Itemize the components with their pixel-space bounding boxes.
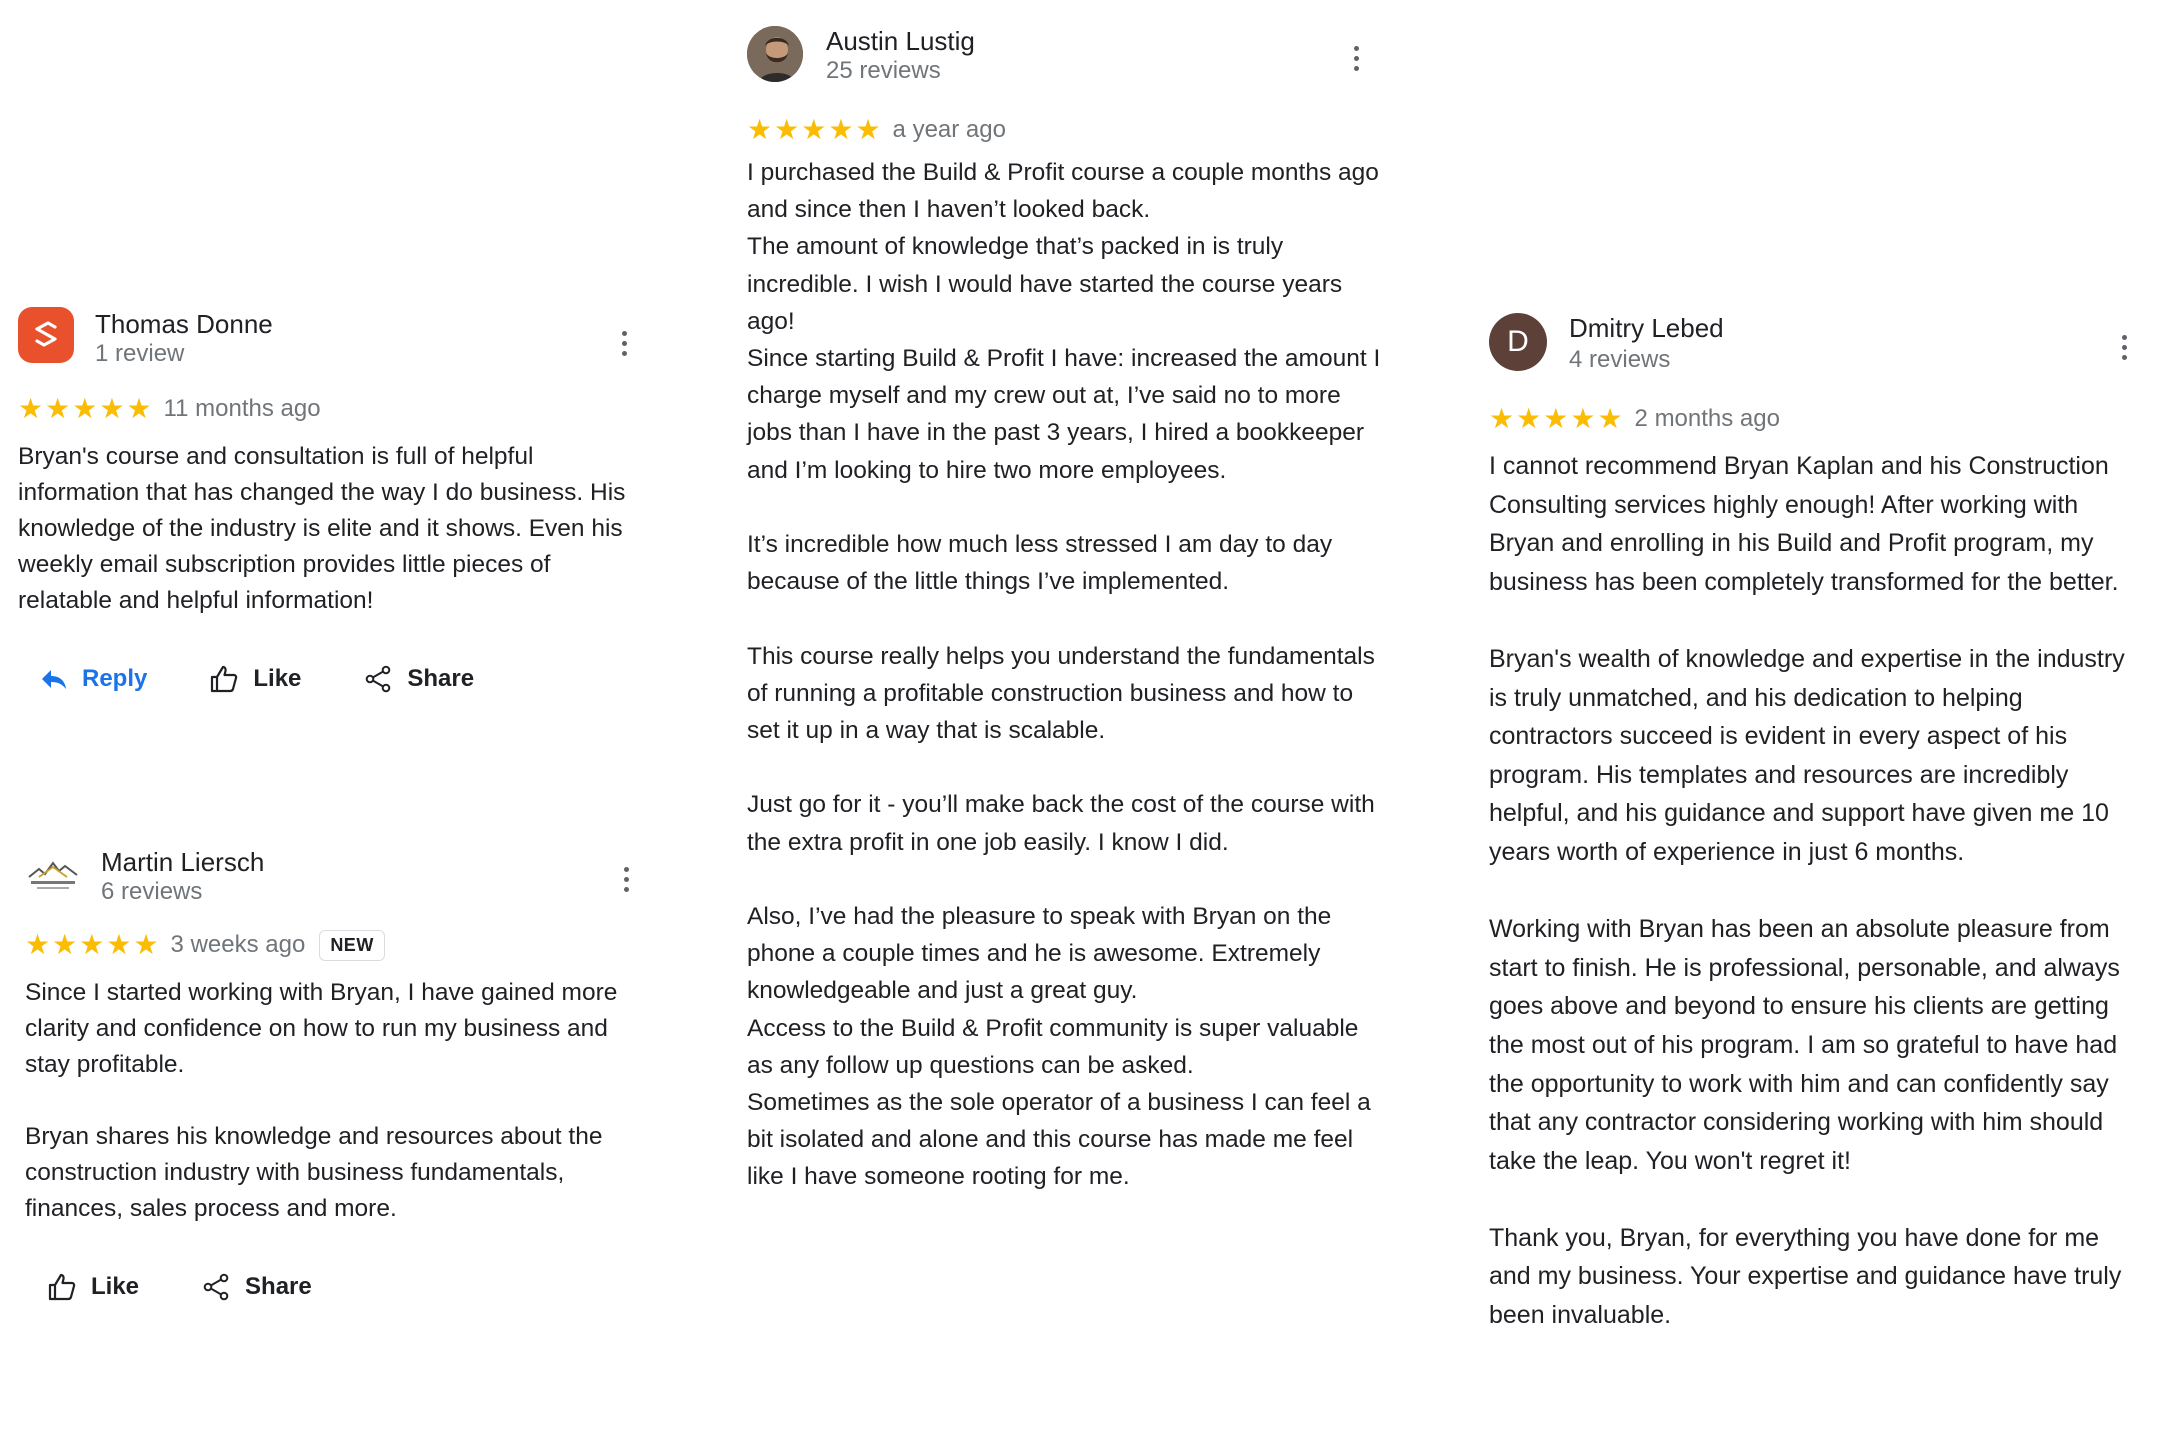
- review-text: Since I started working with Bryan, I ha…: [25, 975, 645, 1227]
- review-card-martin-liersch: Martin Liersch 6 reviews ★ ★ ★ ★ ★ 3 weeks a…: [25, 847, 645, 1227]
- star-icon: ★: [1543, 403, 1569, 434]
- review-card-dmitry-lebed: D Dmitry Lebed 4 reviews ★ ★ ★ ★ ★ 2 months …: [1489, 313, 2139, 1335]
- review-paragraph: Sometimes as the sole operator of a busi…: [747, 1089, 1371, 1191]
- review-count: 25 reviews: [826, 57, 941, 84]
- review-paragraph: I cannot recommend Bryan Kaplan and his …: [1489, 452, 2119, 596]
- review-paragraph: Access to the Build & Profit community i…: [747, 1014, 1359, 1079]
- review-paragraph: Since I started working with Bryan, I ha…: [25, 979, 618, 1078]
- review-header: Austin Lustig 25 reviews: [747, 26, 1387, 106]
- review-paragraph: Bryan's course and consultation is full …: [18, 443, 626, 614]
- avatar[interactable]: [747, 26, 803, 82]
- star-icon: ★: [1489, 403, 1515, 434]
- review-paragraph: Thank you, Bryan, for everything you hav…: [1489, 1223, 2122, 1330]
- like-label: Like: [91, 1273, 140, 1300]
- goldlevel-logo-icon: [28, 861, 78, 889]
- profile-photo-icon: [747, 26, 803, 82]
- reply-button[interactable]: Reply: [40, 665, 147, 693]
- share-icon: [203, 1273, 229, 1301]
- thumbs-up-icon: [211, 665, 238, 693]
- review-text: Bryan's course and consultation is full …: [18, 439, 638, 619]
- review-paragraph: Bryan shares his knowledge and resources…: [25, 1123, 603, 1222]
- rating-row: ★ ★ ★ ★ ★ a year ago: [747, 110, 1387, 150]
- brand-logo-icon: [23, 309, 69, 361]
- review-paragraph: Bryan's wealth of knowledge and expertis…: [1489, 644, 2125, 866]
- avatar[interactable]: [18, 307, 74, 363]
- share-icon: [366, 665, 391, 693]
- rating-row: ★ ★ ★ ★ ★ 2 months ago: [1489, 399, 2139, 439]
- review-paragraph: Also, I’ve had the pleasure to speak wit…: [747, 903, 1332, 1005]
- star-icon: ★: [1570, 403, 1596, 434]
- avatar-initial: D: [1507, 325, 1529, 358]
- kebab-menu-icon[interactable]: [2110, 329, 2138, 365]
- review-paragraph: The amount of knowledge that’s packed in…: [747, 233, 1343, 335]
- review-card-austin-lustig: Austin Lustig 25 reviews ★ ★ ★ ★ ★ a year ag…: [747, 26, 1387, 1196]
- star-icon: ★: [25, 929, 51, 960]
- author-name[interactable]: Thomas Donne: [95, 309, 273, 339]
- reply-label: Reply: [82, 665, 148, 692]
- star-rating: ★ ★ ★ ★ ★: [1489, 404, 1623, 434]
- review-paragraph: Just go for it - you’ll make back the co…: [747, 791, 1375, 856]
- review-text: I purchased the Build & Profit course a …: [747, 154, 1387, 1196]
- review-paragraph: Working with Bryan has been an absolute …: [1489, 915, 2120, 1175]
- like-button[interactable]: Like: [209, 664, 301, 694]
- share-label: Share: [407, 665, 475, 692]
- star-icon: ★: [801, 114, 827, 145]
- review-card-thomas-donne: Thomas Donne 1 review ★ ★ ★ ★ ★ 11 months ag…: [18, 307, 638, 619]
- star-icon: ★: [774, 114, 800, 145]
- thumbs-up-icon: [48, 1273, 76, 1301]
- review-paragraph: It’s incredible how much less stressed I…: [747, 531, 1333, 596]
- new-badge: NEW: [319, 929, 385, 961]
- review-paragraph: Since starting Build & Profit I have: in…: [747, 345, 1381, 484]
- kebab-menu-icon[interactable]: [610, 325, 638, 361]
- share-label: Share: [245, 1273, 312, 1300]
- author-name[interactable]: Martin Liersch: [101, 847, 264, 877]
- review-count: 4 reviews: [1569, 346, 1671, 373]
- star-rating: ★ ★ ★ ★ ★: [747, 115, 881, 145]
- star-icon: ★: [747, 114, 773, 145]
- review-paragraph: This course really helps you understand …: [747, 642, 1375, 745]
- review-time: 11 months ago: [163, 395, 321, 422]
- reviews-page: Thomas Donne 1 review ★ ★ ★ ★ ★ 11 months ag…: [0, 0, 2160, 1440]
- star-rating: ★ ★ ★ ★ ★: [25, 930, 159, 960]
- kebab-menu-icon[interactable]: [1342, 40, 1370, 76]
- star-icon: ★: [52, 929, 78, 960]
- review-actions: Reply Like Share: [40, 664, 474, 694]
- star-icon: ★: [855, 114, 881, 145]
- kebab-menu-icon[interactable]: [612, 861, 640, 897]
- review-time: a year ago: [892, 116, 1006, 143]
- review-actions: Like Share: [47, 1272, 312, 1302]
- avatar[interactable]: D: [1489, 313, 1547, 371]
- review-text: I cannot recommend Bryan Kaplan and his …: [1489, 447, 2139, 1335]
- review-header: Thomas Donne 1 review: [18, 307, 638, 387]
- review-count: 6 reviews: [101, 878, 203, 905]
- review-header: D Dmitry Lebed 4 reviews: [1489, 313, 2139, 393]
- star-icon: ★: [45, 393, 71, 424]
- review-header: Martin Liersch 6 reviews: [25, 847, 645, 927]
- star-icon: ★: [828, 114, 854, 145]
- review-count: 1 review: [95, 340, 185, 367]
- avatar[interactable]: [25, 847, 81, 903]
- star-icon: ★: [126, 393, 152, 424]
- rating-row: ★ ★ ★ ★ ★ 3 weeks ago NEW: [25, 925, 645, 965]
- review-time: 3 weeks ago: [170, 931, 306, 958]
- like-button[interactable]: Like: [47, 1272, 139, 1302]
- share-button[interactable]: Share: [363, 664, 474, 694]
- review-paragraph: I purchased the Build & Profit course a …: [747, 159, 1379, 224]
- star-icon: ★: [99, 393, 125, 424]
- star-icon: ★: [1516, 403, 1542, 434]
- author-name[interactable]: Austin Lustig: [826, 26, 975, 56]
- star-icon: ★: [106, 929, 132, 960]
- star-icon: ★: [72, 393, 98, 424]
- share-button[interactable]: Share: [201, 1272, 312, 1302]
- star-icon: ★: [18, 393, 44, 424]
- star-icon: ★: [1597, 403, 1623, 434]
- rating-row: ★ ★ ★ ★ ★ 11 months ago: [18, 389, 638, 429]
- star-rating: ★ ★ ★ ★ ★: [18, 394, 152, 424]
- like-label: Like: [253, 665, 302, 692]
- reply-arrow-icon: [42, 670, 66, 689]
- star-icon: ★: [79, 929, 105, 960]
- author-name[interactable]: Dmitry Lebed: [1569, 313, 1724, 343]
- review-time: 2 months ago: [1634, 405, 1780, 432]
- star-icon: ★: [133, 929, 159, 960]
